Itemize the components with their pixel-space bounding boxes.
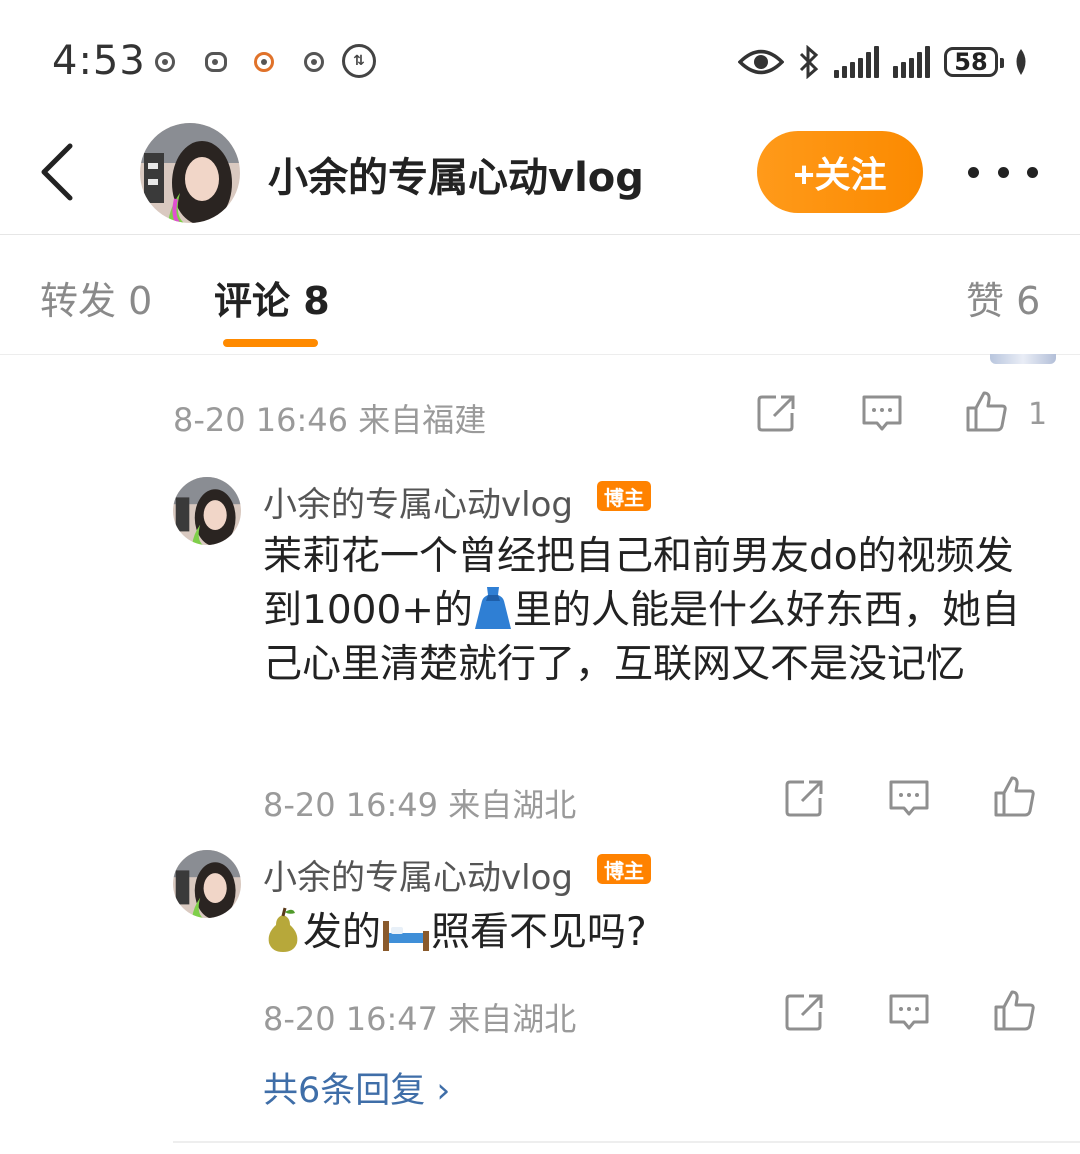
avatar[interactable] (173, 477, 241, 545)
notification-icon (304, 52, 324, 72)
reply-meta: 8-20 16:49 来自湖北 (263, 780, 576, 826)
avatar[interactable] (173, 850, 241, 918)
thumbs-up-icon (966, 391, 1007, 432)
eye-icon (738, 49, 784, 75)
battery-level: 58 (954, 48, 988, 76)
status-icons: 58 (738, 38, 1030, 86)
like-button[interactable] (964, 389, 1008, 433)
comment-icon (889, 780, 929, 816)
comment-location: 来自福建 (358, 401, 487, 439)
status-time: 4:53 (52, 38, 146, 84)
tab-likes[interactable]: 赞 6 (966, 270, 1040, 325)
author-badge: 博主 (597, 854, 651, 884)
reply-location: 来自湖北 (448, 786, 577, 824)
like-button[interactable] (992, 988, 1036, 1032)
like-count: 1 (1028, 397, 1048, 432)
reply-location: 来自湖北 (448, 1000, 577, 1038)
page-title: 小余的专属心动vlog (268, 155, 644, 201)
more-dots-icon (968, 166, 979, 178)
follow-button[interactable]: +关注 (757, 131, 923, 213)
comment-meta: 8-20 16:46 来自福建 (173, 395, 486, 441)
reply-username[interactable]: 小余的专属心动vlog (263, 850, 573, 899)
author-badge: 博主 (597, 481, 651, 511)
comment-icon (889, 994, 929, 1030)
reply-username[interactable]: 小余的专属心动vlog (263, 477, 573, 526)
reply-text-part: 照看不见吗? (431, 910, 647, 955)
thumbs-up-icon (994, 776, 1035, 817)
more-dots-icon (997, 166, 1009, 178)
signal-icon (834, 46, 879, 78)
share-button[interactable] (782, 776, 826, 820)
avatar-image (173, 850, 241, 918)
reply-text-part: 发的 (303, 910, 382, 955)
notification-icon (155, 52, 175, 72)
pear-emoji-icon (268, 907, 298, 952)
comment-button[interactable] (887, 776, 931, 820)
battery-icon: 58 (944, 47, 1004, 77)
comment-time: 8-20 16:46 (173, 401, 349, 439)
bed-emoji-icon (383, 921, 430, 951)
tabs-divider (0, 354, 1080, 355)
reply-meta: 8-20 16:47 来自湖北 (263, 994, 576, 1040)
tab-repost[interactable]: 转发 0 (40, 270, 152, 325)
comment-icon (862, 395, 902, 431)
comment-button[interactable] (860, 391, 904, 435)
bottom-divider (173, 1141, 1080, 1143)
like-button[interactable] (992, 774, 1036, 818)
reply-time: 8-20 16:47 (263, 1000, 439, 1038)
comment-button[interactable] (887, 990, 931, 1034)
avatar-image (140, 123, 240, 223)
avatar-image (173, 477, 241, 545)
share-button[interactable] (754, 391, 798, 435)
chevron-left-icon (41, 143, 73, 201)
notification-icon (254, 52, 274, 72)
app-icon: ⇅ (342, 44, 376, 78)
share-button[interactable] (782, 990, 826, 1034)
reply-text: 茉莉花一个曾经把自己和前男友do的视频发到1000+的 里的人能是什么好东西，她自… (263, 530, 1043, 692)
avatar[interactable] (140, 123, 240, 223)
partial-image (990, 354, 1056, 364)
share-icon (785, 994, 823, 1031)
more-replies-link[interactable]: 共6条回复 › (263, 1062, 450, 1113)
back-button[interactable] (36, 140, 80, 204)
more-dots-icon (1027, 166, 1038, 178)
notification-icon (205, 52, 227, 72)
header-divider (0, 234, 1080, 235)
tab-comments[interactable]: 评论 8 (214, 270, 330, 325)
dress-emoji-icon (474, 587, 511, 629)
more-button[interactable] (968, 150, 1038, 194)
bluetooth-icon (799, 45, 819, 79)
reply-text: 发的 照看不见吗? (263, 906, 1043, 960)
thumbs-up-icon (994, 990, 1035, 1031)
reply-time: 8-20 16:49 (263, 786, 439, 824)
signal-icon (893, 46, 930, 78)
share-icon (785, 780, 823, 817)
share-icon (757, 395, 795, 432)
tab-active-indicator (223, 339, 318, 347)
leaf-icon (1016, 49, 1026, 75)
